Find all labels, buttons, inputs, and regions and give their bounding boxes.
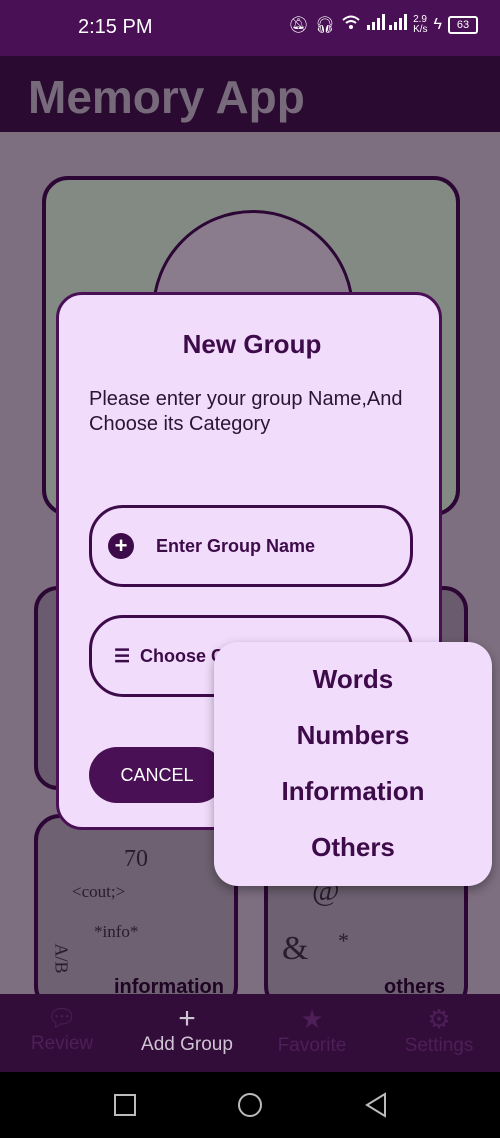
dropdown-option-words[interactable]: Words (214, 664, 492, 695)
status-bar: 2:15 PM 🔕︎ 🎧︎ 2.9 K/s ϟ 63 (0, 0, 500, 56)
signal-icon (367, 14, 408, 35)
net-speed: 2.9 K/s (413, 13, 428, 35)
category-label: Choose G (140, 646, 226, 666)
home-icon[interactable] (237, 1092, 263, 1118)
nav-favorite[interactable]: ★ Favorite (268, 1004, 356, 1057)
mute-icon: 🔕︎ (288, 16, 309, 34)
back-icon[interactable] (364, 1092, 388, 1118)
status-time: 2:15 PM (78, 16, 153, 38)
battery-icon: 63 (448, 15, 478, 34)
review-icon: 💬︎ (46, 1005, 78, 1032)
nav-add-group[interactable]: + Add Group (130, 1004, 244, 1056)
wifi-icon (341, 14, 361, 35)
cancel-button[interactable]: CANCEL (89, 747, 225, 803)
plus-icon: + (178, 1002, 196, 1035)
star-icon: ★ (300, 1004, 324, 1034)
group-name-label: Enter Group Name (156, 536, 316, 556)
dialog-title: New Group (182, 329, 322, 359)
app-title: Memory App (28, 71, 305, 123)
dropdown-option-information[interactable]: Information (214, 776, 492, 807)
list-icon: ☰ (114, 646, 131, 666)
nav-review[interactable]: 💬︎ Review (20, 1004, 104, 1055)
gear-icon: ⚙ (427, 1004, 451, 1034)
dropdown-option-others[interactable]: Others (214, 832, 492, 863)
dialog-description: Please enter your group Name,And Choose … (89, 388, 403, 435)
group-name-input[interactable]: + Enter Group Name (89, 505, 413, 587)
category-dropdown-menu: Words Numbers Information Others (214, 642, 492, 886)
nav-settings[interactable]: ⚙ Settings (396, 1004, 482, 1057)
status-icons: 🔕︎ 🎧︎ 2.9 K/s ϟ 63 (288, 14, 478, 35)
headphones-icon: 🎧︎ (314, 16, 336, 34)
recents-icon[interactable] (114, 1094, 136, 1116)
add-circle-icon: + (108, 533, 134, 559)
bg-card-information: 70 <cout;> *info* A/B information (34, 814, 238, 1012)
dropdown-option-numbers[interactable]: Numbers (214, 720, 492, 751)
charging-icon: ϟ (433, 15, 442, 33)
bottom-nav: 💬︎ Review + Add Group ★ Favorite ⚙ Setti… (0, 994, 500, 1072)
system-nav-bar (0, 1072, 500, 1138)
